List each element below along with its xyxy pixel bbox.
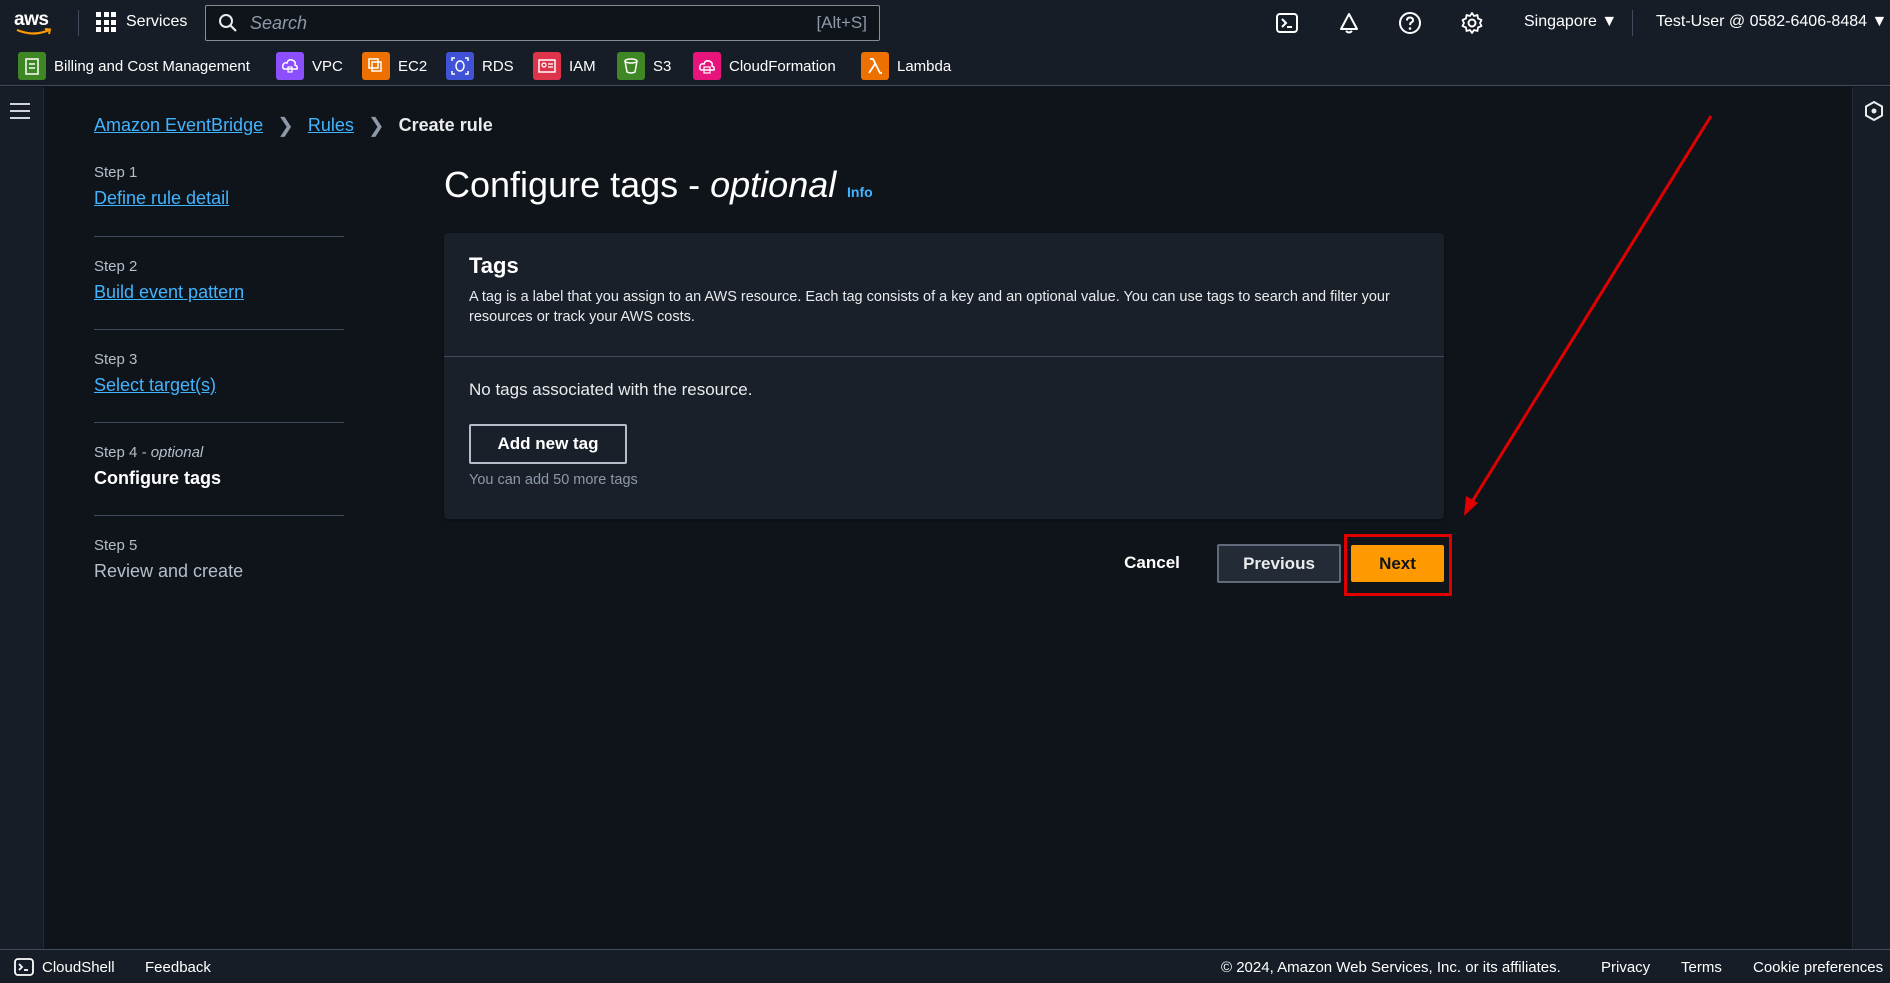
step-4-current: Configure tags xyxy=(94,468,222,488)
aws-smile-icon xyxy=(16,28,52,35)
favorite-label: RDS xyxy=(482,57,514,75)
step-number: Step 4 - optional xyxy=(94,444,344,461)
left-panel xyxy=(0,87,44,949)
breadcrumb-rules-link[interactable]: Rules xyxy=(308,115,354,136)
tags-description: A tag is a label that you assign to an A… xyxy=(469,289,1390,325)
step-5-label: Review and create xyxy=(94,561,244,581)
favorite-ec2[interactable]: EC2 xyxy=(362,52,427,80)
step-1-link[interactable]: Define rule detail xyxy=(94,188,229,209)
s3-icon xyxy=(617,52,645,80)
cloudformation-icon xyxy=(693,52,721,80)
search-input[interactable] xyxy=(250,12,817,34)
right-panel xyxy=(1852,87,1890,949)
step-divider xyxy=(94,329,344,330)
breadcrumb-eventbridge-link[interactable]: Amazon EventBridge xyxy=(94,115,263,136)
previous-button[interactable]: Previous xyxy=(1217,544,1341,583)
favorite-label: CloudFormation xyxy=(729,57,836,75)
rds-icon xyxy=(446,52,474,80)
tags-header: Tags A tag is a label that you assign to… xyxy=(444,233,1444,357)
favorite-label: Lambda xyxy=(897,57,952,75)
annotation-highlight-box xyxy=(1344,534,1452,596)
search-box[interactable]: [Alt+S] xyxy=(205,5,880,41)
services-menu-button[interactable]: Services xyxy=(96,12,187,32)
iam-icon xyxy=(533,52,561,80)
cloudshell-footer-button[interactable]: CloudShell xyxy=(14,957,115,977)
copyright-text: © 2024, Amazon Web Services, Inc. or its… xyxy=(1221,959,1561,976)
search-icon xyxy=(219,14,237,32)
favorite-s3[interactable]: S3 xyxy=(617,52,671,80)
favorite-label: EC2 xyxy=(398,57,428,75)
breadcrumb-current: Create rule xyxy=(398,115,493,135)
cloudshell-icon xyxy=(14,958,34,976)
favorite-label: S3 xyxy=(653,57,672,75)
step-divider xyxy=(94,236,344,237)
vpc-icon xyxy=(276,52,304,80)
ec2-icon xyxy=(362,52,390,80)
step-divider xyxy=(94,515,344,516)
favorite-label: IAM xyxy=(569,57,596,75)
chevron-right-icon: ❯ xyxy=(367,115,385,137)
step-divider xyxy=(94,422,344,423)
search-shortcut: [Alt+S] xyxy=(816,13,867,32)
no-tags-message: No tags associated with the resource. xyxy=(469,380,753,399)
favorite-rds[interactable]: RDS xyxy=(446,52,514,80)
help-icon[interactable] xyxy=(1398,11,1422,35)
cloudshell-icon[interactable] xyxy=(1275,11,1299,35)
account-menu[interactable]: Test-User @ 0582-6406-8484 ▼ xyxy=(1656,13,1887,31)
footer: CloudShell Feedback © 2024, Amazon Web S… xyxy=(0,949,1890,983)
region-selector[interactable]: Singapore ▼ xyxy=(1524,13,1617,31)
step-3-link[interactable]: Select target(s) xyxy=(94,375,216,396)
step-2-link[interactable]: Build event pattern xyxy=(94,282,244,303)
page-title-text: Configure tags - xyxy=(444,164,711,205)
info-link[interactable]: Info xyxy=(847,184,873,200)
step-number-text: Step 4 xyxy=(94,444,138,461)
step-1: Step 1 Define rule detail xyxy=(94,164,344,209)
cancel-button[interactable]: Cancel xyxy=(1110,545,1194,581)
favorite-lambda[interactable]: Lambda xyxy=(861,52,951,80)
settings-icon[interactable] xyxy=(1460,11,1484,35)
breadcrumb: Amazon EventBridge ❯ Rules ❯ Create rule xyxy=(94,113,493,138)
top-navigation: aws Services [Alt+S] Singapore ▼ xyxy=(0,0,1890,46)
step-5: Step 5 Review and create xyxy=(94,537,344,582)
favorite-cloudformation[interactable]: CloudFormation xyxy=(693,52,836,80)
lambda-icon xyxy=(861,52,889,80)
aws-logo[interactable]: aws xyxy=(14,9,58,37)
tag-limit-hint: You can add 50 more tags xyxy=(469,472,638,488)
step-2: Step 2 Build event pattern xyxy=(94,258,344,303)
feedback-link[interactable]: Feedback xyxy=(145,959,211,976)
favorites-bar: Billing and Cost Management VPC EC2 RDS … xyxy=(0,46,1890,86)
step-number: Step 2 xyxy=(94,258,138,275)
nav-divider xyxy=(78,10,79,36)
nav-divider xyxy=(1632,10,1633,36)
tags-title: Tags xyxy=(469,253,519,278)
favorite-label: VPC xyxy=(312,57,343,75)
page-title: Configure tags - optional xyxy=(444,164,836,206)
services-label: Services xyxy=(126,13,188,30)
privacy-link[interactable]: Privacy xyxy=(1601,959,1650,976)
chevron-right-icon: ❯ xyxy=(277,115,294,137)
favorite-iam[interactable]: IAM xyxy=(533,52,596,80)
step-number: Step 1 xyxy=(94,164,138,181)
notifications-icon[interactable] xyxy=(1337,11,1361,35)
favorite-label: Billing and Cost Management xyxy=(54,57,250,75)
add-new-tag-button[interactable]: Add new tag xyxy=(469,424,627,464)
step-number: Step 5 xyxy=(94,537,138,554)
cloudshell-label: CloudShell xyxy=(42,958,115,976)
menu-icon[interactable] xyxy=(10,103,30,124)
favorite-vpc[interactable]: VPC xyxy=(276,52,343,80)
favorite-billing[interactable]: Billing and Cost Management xyxy=(18,52,250,80)
billing-icon xyxy=(18,52,46,80)
aws-logo-text: aws xyxy=(14,9,49,30)
page-title-optional: optional xyxy=(710,164,837,205)
info-panel-icon[interactable] xyxy=(1865,101,1883,121)
tags-body: No tags associated with the resource. Ad… xyxy=(444,357,1444,511)
step-number: Step 3 xyxy=(94,351,138,368)
grid-icon xyxy=(96,12,116,32)
step-4: Step 4 - optional Configure tags xyxy=(94,444,344,489)
step-optional: - optional xyxy=(141,444,204,461)
terms-link[interactable]: Terms xyxy=(1681,959,1722,976)
step-3: Step 3 Select target(s) xyxy=(94,351,344,396)
tags-container: Tags A tag is a label that you assign to… xyxy=(444,233,1444,519)
cookie-preferences-link[interactable]: Cookie preferences xyxy=(1753,959,1883,976)
